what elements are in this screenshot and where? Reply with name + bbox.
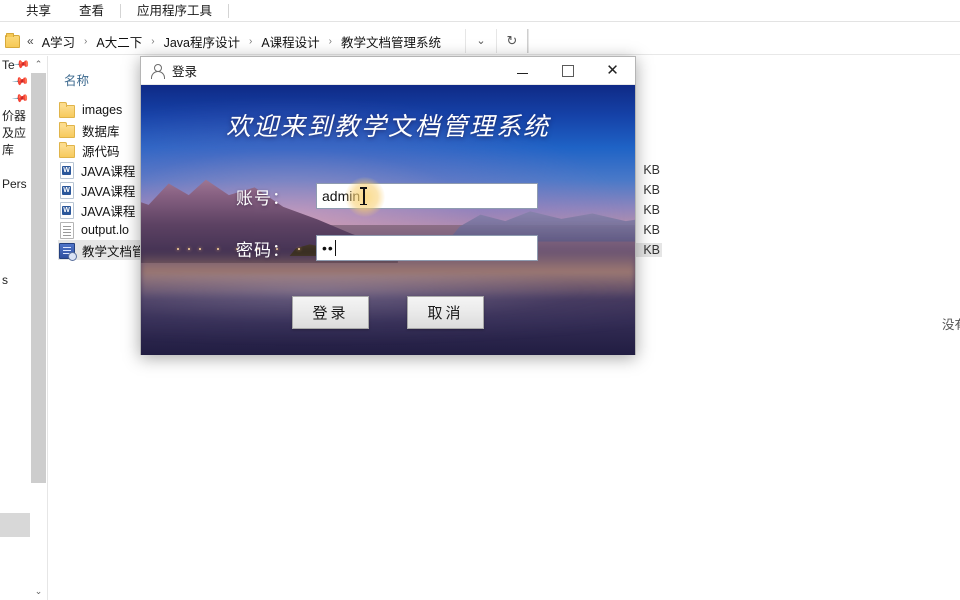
preview-pane: 没有 [837, 56, 960, 600]
login-button[interactable]: 登录 [292, 296, 369, 329]
nav-item-4[interactable]: 及应 [0, 124, 30, 141]
user-icon [149, 63, 165, 79]
dialog-title-bar[interactable]: 登录 ✕ [141, 57, 635, 85]
file-name: JAVA课程 [81, 164, 136, 179]
file-name: 教学文档管 [82, 244, 145, 259]
table-row[interactable]: W JAVA课程 [58, 200, 135, 220]
breadcrumb-item-4[interactable]: 教学文档管理系统 [339, 32, 443, 51]
breadcrumb-back-glyph[interactable]: « [27, 34, 40, 48]
scroll-down-icon[interactable]: ⌄ [30, 583, 47, 600]
address-bar: « A学习 › A大二下 › Java程序设计 › A课程设计 › 教学文档管理… [0, 28, 960, 54]
folder-icon [59, 101, 75, 118]
login-dialog: 登录 ✕ 欢迎来到教学文档管理系统 账号： admin 密码： •• 登录 取消 [140, 56, 636, 355]
maximize-icon[interactable] [545, 57, 590, 85]
refresh-icon[interactable]: ↻ [496, 29, 527, 53]
folder-icon [5, 32, 20, 48]
column-header-name[interactable]: 名称 [64, 70, 89, 89]
dialog-button-row: 登录 取消 [141, 296, 635, 329]
ribbon-tab-share[interactable]: 共享 [12, 0, 65, 22]
table-row[interactable]: W JAVA课程 [58, 160, 135, 180]
scrollbar-thumb[interactable] [31, 73, 46, 483]
file-name: JAVA课程 [81, 204, 136, 219]
file-name: output.lo [81, 223, 129, 237]
breadcrumb-box[interactable]: « A学习 › A大二下 › Java程序设计 › A课程设计 › 教学文档管理… [0, 29, 528, 53]
breadcrumb: « A学习 › A大二下 › Java程序设计 › A课程设计 › 教学文档管理… [27, 32, 465, 51]
navigation-scrollbar[interactable]: ⌃ ⌄ [30, 56, 47, 600]
username-label: 账号： [236, 188, 290, 209]
chevron-right-icon-1[interactable]: › [144, 36, 161, 47]
breadcrumb-item-1[interactable]: A大二下 [94, 32, 144, 51]
nav-item-label-3: 价器 [2, 109, 27, 123]
word-doc-icon: W [60, 161, 74, 179]
password-input[interactable]: •• [316, 235, 538, 261]
nav-item-label-4: 及应 [2, 126, 27, 140]
file-name: JAVA课程 [81, 184, 136, 199]
table-row[interactable]: output.lo [58, 220, 129, 240]
ribbon-tab-app-tools[interactable]: 应用程序工具 [123, 0, 226, 22]
username-field-row: 账号： admin [236, 177, 538, 217]
dialog-body: 欢迎来到教学文档管理系统 账号： admin 密码： •• 登录 取消 [141, 85, 635, 355]
password-value: •• [322, 240, 334, 256]
chevron-right-icon-0[interactable]: › [77, 36, 94, 47]
breadcrumb-item-3[interactable]: A课程设计 [259, 32, 321, 51]
word-doc-icon: W [60, 201, 74, 219]
search-input[interactable] [528, 29, 960, 53]
text-caret [334, 240, 336, 256]
chevron-right-icon-3[interactable]: › [322, 36, 339, 47]
dialog-title: 登录 [172, 65, 198, 79]
ribbon-tab-view[interactable]: 查看 [65, 0, 118, 22]
chevron-right-icon-2[interactable]: › [242, 36, 259, 47]
address-bar-underline [0, 54, 960, 55]
breadcrumb-item-2[interactable]: Java程序设计 [162, 32, 242, 51]
nav-item-1[interactable]: 📌 [0, 72, 30, 91]
password-field-row: 密码： •• [236, 235, 538, 261]
nav-item-label-bottom: s [2, 272, 8, 287]
nav-item-0[interactable]: Te 📌 [0, 56, 30, 74]
nav-item-5[interactable]: 库 [0, 141, 30, 158]
nav-item-3[interactable]: 价器 [0, 107, 30, 124]
nav-item-label-7: Pers [2, 176, 27, 191]
password-label: 密码： [236, 240, 290, 261]
chevron-down-icon[interactable]: ⌄ [465, 29, 496, 53]
breadcrumb-item-0[interactable]: A学习 [40, 32, 77, 51]
nav-item-2[interactable]: 📌 [0, 89, 30, 108]
table-row[interactable]: 数据库 [58, 120, 120, 140]
nav-bottom-strip [0, 513, 30, 537]
dialog-heading: 欢迎来到教学文档管理系统 [225, 112, 550, 141]
minimize-icon[interactable] [500, 57, 545, 85]
nav-item-label-5: 库 [2, 143, 15, 157]
folder-icon [59, 121, 75, 138]
file-name: 数据库 [82, 124, 120, 139]
word-doc-icon: W [60, 181, 74, 199]
folder-icon [59, 141, 75, 158]
table-row[interactable]: 教学文档管 [58, 240, 145, 261]
ribbon-tab-bar: 共享 查看 应用程序工具 [0, 0, 960, 22]
table-row[interactable]: 源代码 [58, 140, 120, 160]
text-cursor-icon [360, 187, 367, 205]
close-icon[interactable]: ✕ [590, 57, 635, 85]
text-file-icon [60, 221, 74, 239]
jar-file-icon [59, 242, 77, 261]
pin-icon-1[interactable]: 📌 [12, 72, 30, 91]
ribbon-separator [120, 4, 122, 18]
scroll-up-icon[interactable]: ⌃ [30, 56, 47, 73]
file-name: images [82, 103, 123, 117]
ribbon-separator-2 [228, 4, 230, 18]
preview-message: 没有 [941, 318, 960, 332]
file-name: 源代码 [82, 144, 120, 159]
ribbon-underline [0, 21, 960, 22]
window-controls: ✕ [500, 57, 635, 85]
nav-item-7[interactable]: Pers [0, 175, 30, 192]
pin-icon-2[interactable]: 📌 [12, 89, 30, 108]
username-input[interactable]: admin [316, 177, 538, 217]
table-row[interactable]: W JAVA课程 [58, 180, 135, 200]
username-value: admin [322, 188, 361, 204]
table-row[interactable]: images [58, 100, 122, 120]
nav-item-bottom[interactable]: s [0, 271, 30, 288]
cancel-button[interactable]: 取消 [407, 296, 484, 329]
